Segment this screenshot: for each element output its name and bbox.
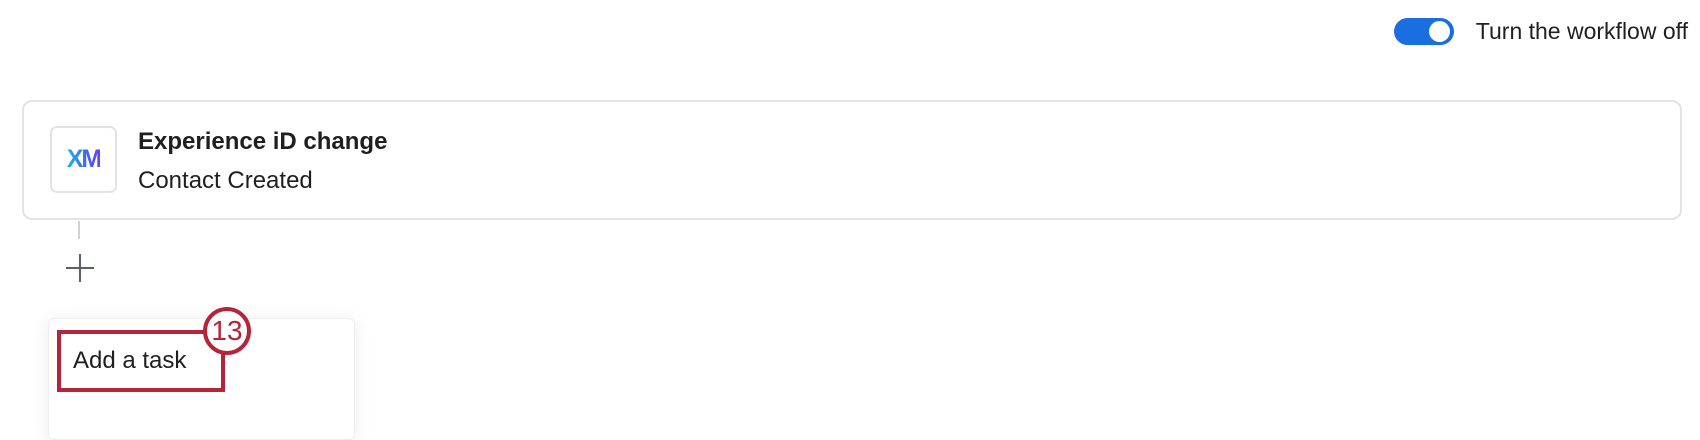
workflow-trigger-card[interactable]: XM Experience iD change Contact Created	[22, 100, 1682, 220]
card-subtitle: Contact Created	[138, 167, 313, 194]
workflow-toggle-switch[interactable]	[1393, 18, 1454, 45]
connector-line	[78, 221, 80, 239]
workflow-toggle-row: Turn the workflow off	[1393, 18, 1688, 45]
workflow-toggle-label: Turn the workflow off	[1475, 18, 1688, 44]
callout-highlight-box	[57, 330, 225, 392]
plus-icon-vertical	[79, 254, 81, 282]
xm-logo-icon: XM	[50, 126, 117, 193]
logo-text: XM	[66, 145, 102, 173]
card-title: Experience iD change	[138, 128, 388, 155]
toggle-knob	[1428, 21, 1450, 42]
plus-icon[interactable]	[64, 252, 96, 284]
callout-step-badge: 13	[203, 307, 251, 355]
